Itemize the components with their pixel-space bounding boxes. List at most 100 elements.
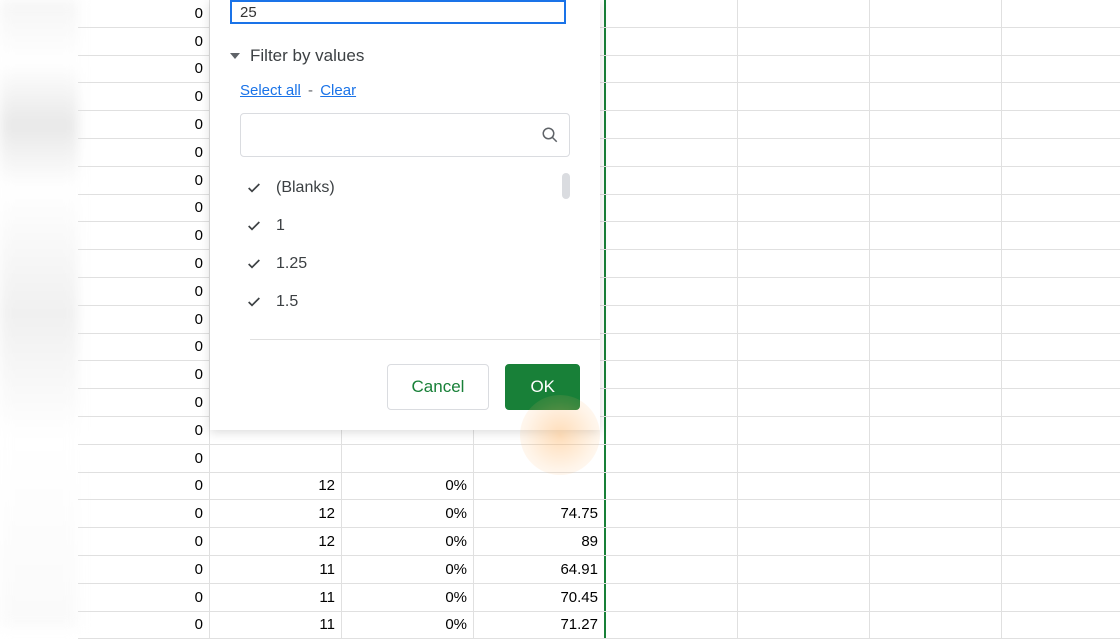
- cell[interactable]: [870, 306, 1002, 333]
- scrollbar-thumb[interactable]: [562, 173, 570, 199]
- cell[interactable]: [606, 612, 738, 639]
- cell[interactable]: [738, 389, 870, 416]
- cell[interactable]: [738, 306, 870, 333]
- filter-value-item[interactable]: 1.5: [240, 283, 570, 321]
- cell[interactable]: [738, 334, 870, 361]
- cell[interactable]: [870, 556, 1002, 583]
- cell[interactable]: 0%: [342, 612, 474, 639]
- cell[interactable]: [870, 28, 1002, 55]
- cell[interactable]: [738, 250, 870, 277]
- select-all-link[interactable]: Select all: [240, 82, 301, 99]
- cell[interactable]: [870, 500, 1002, 527]
- cell[interactable]: 0%: [342, 556, 474, 583]
- cell[interactable]: [870, 250, 1002, 277]
- filter-value-item[interactable]: (Blanks): [240, 169, 570, 207]
- cell[interactable]: [738, 361, 870, 388]
- cell[interactable]: [738, 528, 870, 555]
- cell[interactable]: [606, 83, 738, 110]
- cell[interactable]: [606, 167, 738, 194]
- cell[interactable]: 0: [78, 361, 210, 388]
- cell[interactable]: [606, 28, 738, 55]
- cell[interactable]: [870, 612, 1002, 639]
- cell[interactable]: [606, 500, 738, 527]
- cell[interactable]: 0: [78, 306, 210, 333]
- cell[interactable]: [738, 28, 870, 55]
- cell[interactable]: [606, 417, 738, 444]
- cell[interactable]: [738, 139, 870, 166]
- cell[interactable]: 12: [210, 528, 342, 555]
- cell[interactable]: [606, 222, 738, 249]
- cell[interactable]: [606, 250, 738, 277]
- cell[interactable]: 11: [210, 584, 342, 611]
- cell[interactable]: 0: [78, 473, 210, 500]
- filter-condition-input[interactable]: [230, 0, 566, 24]
- cell[interactable]: 0: [78, 528, 210, 555]
- cell[interactable]: [738, 445, 870, 472]
- cell[interactable]: 0: [78, 445, 210, 472]
- cell[interactable]: 64.91: [474, 556, 606, 583]
- cell[interactable]: 0: [78, 334, 210, 361]
- search-input[interactable]: [251, 127, 541, 144]
- cell[interactable]: 0: [78, 612, 210, 639]
- cell[interactable]: [606, 584, 738, 611]
- cell[interactable]: 0%: [342, 528, 474, 555]
- ok-button[interactable]: OK: [505, 364, 580, 410]
- cell[interactable]: 0: [78, 222, 210, 249]
- cell[interactable]: [738, 417, 870, 444]
- cell[interactable]: 0%: [342, 500, 474, 527]
- cell[interactable]: 0%: [342, 473, 474, 500]
- cell[interactable]: 0: [78, 139, 210, 166]
- cell[interactable]: [738, 222, 870, 249]
- cell[interactable]: [870, 278, 1002, 305]
- cell[interactable]: [606, 445, 738, 472]
- cell[interactable]: [210, 445, 342, 472]
- cell[interactable]: 11: [210, 556, 342, 583]
- cell[interactable]: [606, 139, 738, 166]
- cell[interactable]: [870, 445, 1002, 472]
- cell[interactable]: 11: [210, 612, 342, 639]
- cell[interactable]: [870, 56, 1002, 83]
- cell[interactable]: [738, 500, 870, 527]
- cell[interactable]: [870, 389, 1002, 416]
- cell[interactable]: 0: [78, 167, 210, 194]
- cell[interactable]: [606, 473, 738, 500]
- cell[interactable]: 0: [78, 83, 210, 110]
- cell[interactable]: [606, 389, 738, 416]
- cell[interactable]: [738, 0, 870, 27]
- cell[interactable]: [474, 473, 606, 500]
- cell[interactable]: [738, 56, 870, 83]
- cell[interactable]: 0: [78, 417, 210, 444]
- cell[interactable]: 0: [78, 556, 210, 583]
- cell[interactable]: 89: [474, 528, 606, 555]
- cell[interactable]: [738, 473, 870, 500]
- cell[interactable]: [870, 361, 1002, 388]
- cell[interactable]: 0: [78, 56, 210, 83]
- cell[interactable]: [738, 195, 870, 222]
- filter-value-item[interactable]: 1.25: [240, 245, 570, 283]
- cell[interactable]: [870, 167, 1002, 194]
- cell[interactable]: [870, 528, 1002, 555]
- clear-link[interactable]: Clear: [320, 82, 356, 99]
- cell[interactable]: [738, 278, 870, 305]
- cell[interactable]: [870, 139, 1002, 166]
- cell[interactable]: [606, 111, 738, 138]
- cell[interactable]: [738, 556, 870, 583]
- cell[interactable]: 71.27: [474, 612, 606, 639]
- cell[interactable]: 0: [78, 0, 210, 27]
- cell[interactable]: [870, 334, 1002, 361]
- cell[interactable]: [738, 111, 870, 138]
- cell[interactable]: [738, 167, 870, 194]
- cell[interactable]: 0: [78, 584, 210, 611]
- cell[interactable]: [606, 306, 738, 333]
- cell[interactable]: [606, 556, 738, 583]
- filter-by-values-header[interactable]: Filter by values: [210, 24, 600, 78]
- cell[interactable]: [606, 361, 738, 388]
- cell[interactable]: [870, 222, 1002, 249]
- cell[interactable]: 0: [78, 195, 210, 222]
- cell[interactable]: [606, 0, 738, 27]
- cell[interactable]: [606, 195, 738, 222]
- cell[interactable]: [738, 83, 870, 110]
- cell[interactable]: 0: [78, 500, 210, 527]
- filter-values-search[interactable]: [240, 113, 570, 157]
- cell[interactable]: [870, 111, 1002, 138]
